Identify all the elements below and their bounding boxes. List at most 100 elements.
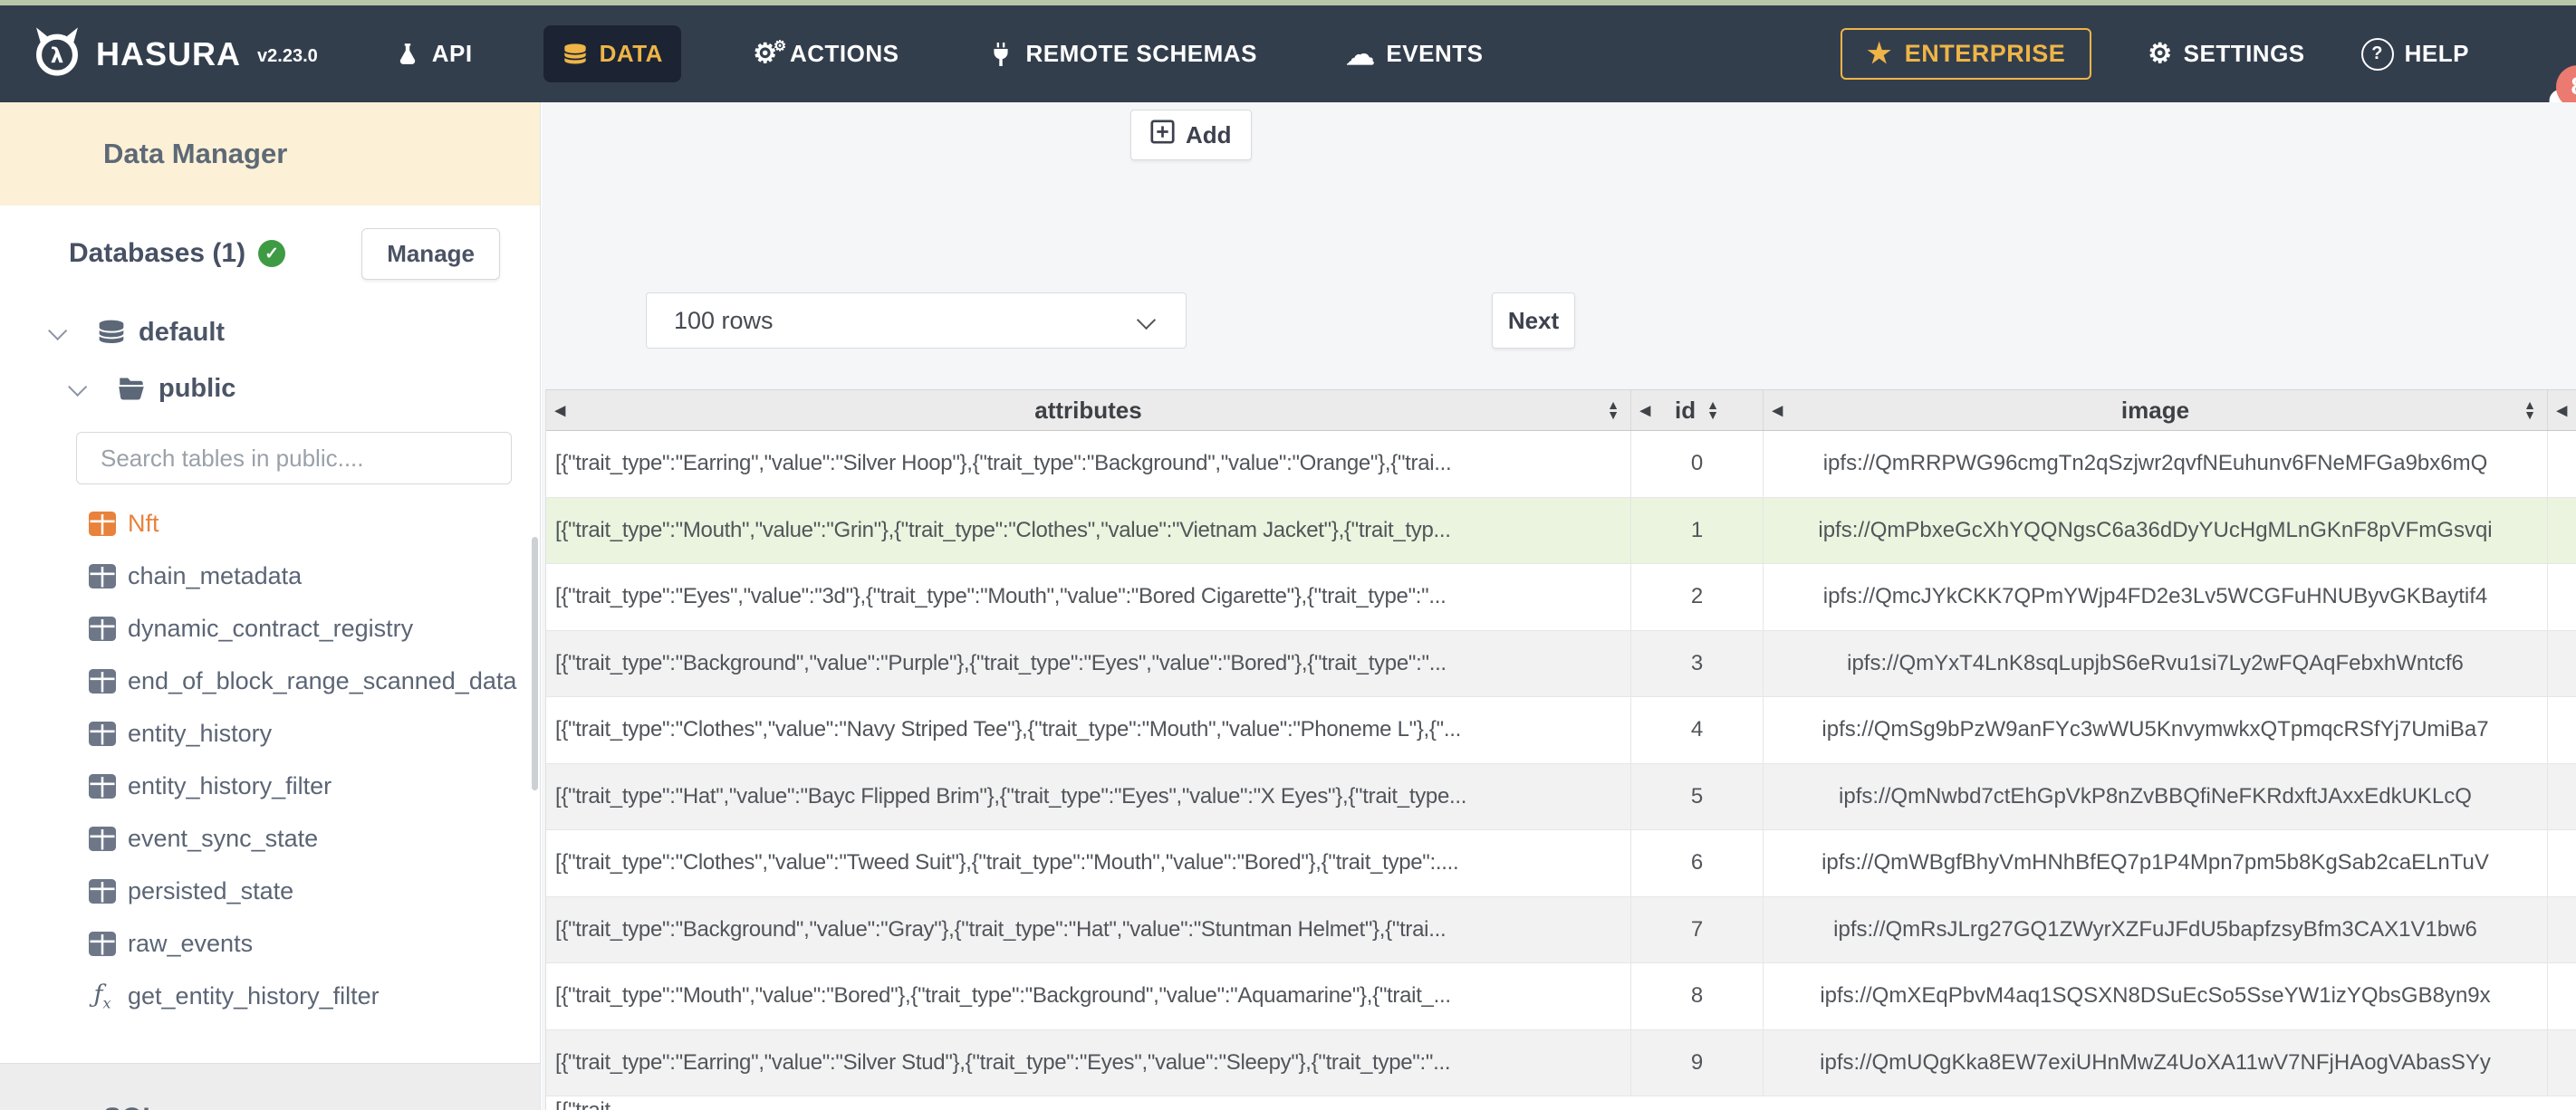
next-page-button[interactable]: Next — [1492, 292, 1575, 349]
top-navbar: λ HASURA v2.23.0 API DATA ⚙ ⚙ ACTIONS REMOTE … — [0, 5, 2576, 124]
tree-node-public[interactable]: public — [0, 363, 540, 414]
navbar-right: ★ ENTERPRISE ⚙ SETTINGS ? HELP 8 — [1841, 28, 2576, 124]
tree-node-default[interactable]: default — [0, 307, 540, 358]
table-name-label: persisted_state — [128, 876, 294, 904]
table-row-8[interactable]: [{"trait_type":"Mouth","value":"Bored"},… — [546, 963, 2576, 1030]
sort-icon[interactable]: ▲ ▼ — [1607, 398, 1620, 421]
add-row-button[interactable]: Add — [1130, 110, 1252, 160]
table-row-partial[interactable]: [{"trait_ — [546, 1096, 2576, 1110]
column-header-attributes[interactable]: ◂ attributes ▲ ▼ — [546, 390, 1631, 430]
nav-item-label: DATA — [599, 40, 663, 67]
table-name-label: end_of_block_range_scanned_data — [128, 666, 517, 694]
collapse-column-icon[interactable]: ◂ — [555, 400, 565, 420]
sidebar-table-raw_events[interactable]: raw_events — [0, 917, 540, 970]
sidebar-table-entity_history_filter[interactable]: entity_history_filter — [0, 760, 540, 812]
sidebar-sql-section[interactable]: SQL — [0, 1063, 540, 1110]
sidebar-table-end_of_block_range_scanned_data[interactable]: end_of_block_range_scanned_data — [0, 655, 540, 707]
databases-label: Databases (1) — [69, 238, 246, 268]
cell-attributes: [{"trait_type":"Earring","value":"Silver… — [546, 431, 1631, 497]
manage-button[interactable]: Manage — [361, 227, 500, 280]
cell-image: ipfs://QmcJYkCKK7QPmYWjp4FD2e3Lv5WCGFuHN… — [1764, 564, 2548, 630]
table-row-0[interactable]: [{"trait_type":"Earring","value":"Silver… — [546, 431, 2576, 498]
sidebar-scrollbar[interactable] — [532, 537, 538, 790]
settings-button[interactable]: ⚙ SETTINGS — [2148, 40, 2304, 68]
nav-item-data[interactable]: DATA — [543, 25, 681, 82]
cell-id: 6 — [1631, 830, 1764, 896]
table-row-1[interactable]: [{"trait_type":"Mouth","value":"Grin"},{… — [546, 497, 2576, 564]
table-row-3[interactable]: [{"trait_type":"Background","value":"Pur… — [546, 630, 2576, 697]
table-icon — [89, 721, 116, 746]
cell-id: 2 — [1631, 564, 1764, 630]
folder-icon — [117, 376, 146, 401]
cell-partial — [2548, 1030, 2576, 1096]
column-header-partial[interactable]: ◂ — [2548, 390, 2576, 430]
sidebar-table-persisted_state[interactable]: persisted_state — [0, 865, 540, 917]
star-icon: ★ — [1867, 38, 1892, 69]
nav-item-remote-schemas[interactable]: REMOTE SCHEMAS — [969, 25, 1274, 82]
cell-partial — [2548, 564, 2576, 630]
cell-image: ipfs://QmWBgfBhyVmHNhBfEQ7p1P4Mpn7pm5b8K… — [1764, 830, 2548, 896]
cell-attributes: [{"trait_type":"Clothes","value":"Tweed … — [546, 830, 1631, 896]
table-header-row: ◂ attributes ▲ ▼ ◂ id ▲ ▼ ◂ image ▲ ▼ ◂ — [546, 389, 2576, 431]
table-name-label: dynamic_contract_registry — [128, 614, 414, 642]
sidebar-table-nft[interactable]: Nft — [0, 497, 540, 550]
cell-id: 4 — [1631, 697, 1764, 763]
add-square-plus-icon — [1150, 120, 1175, 150]
cell-attributes: [{"trait_type":"Mouth","value":"Grin"},{… — [546, 497, 1631, 563]
cloud-icon: ☁ — [1345, 37, 1376, 71]
table-row-9[interactable]: [{"trait_type":"Earring","value":"Silver… — [546, 1029, 2576, 1096]
chevron-down-icon — [1136, 310, 1157, 330]
cell-partial — [2548, 431, 2576, 497]
rows-per-page-select[interactable]: 100 rows — [646, 292, 1187, 349]
gear-icon: ⚙ — [2148, 38, 2173, 69]
cell-id: 9 — [1631, 1029, 1764, 1096]
table-row-2[interactable]: [{"trait_type":"Eyes","value":"3d"},{"tr… — [546, 564, 2576, 631]
enterprise-button[interactable]: ★ ENTERPRISE — [1841, 28, 2092, 80]
column-header-image[interactable]: ◂ image ▲ ▼ — [1764, 390, 2548, 430]
cell-partial — [2548, 631, 2576, 697]
collapse-column-icon[interactable]: ◂ — [1640, 400, 1650, 420]
sidebar-table-entity_history[interactable]: entity_history — [0, 707, 540, 760]
table-name-label: event_sync_state — [128, 824, 319, 852]
table-name-label: raw_events — [128, 929, 254, 957]
cell-partial — [2548, 830, 2576, 896]
table-row-7[interactable]: [{"trait_type":"Background","value":"Gra… — [546, 896, 2576, 963]
nav-item-label: REMOTE SCHEMAS — [1025, 40, 1257, 67]
sidebar-table-dynamic_contract_registry[interactable]: dynamic_contract_registry — [0, 602, 540, 655]
help-button[interactable]: ? HELP — [2360, 37, 2469, 71]
cell-image: ipfs://QmRRPWG96cmgTn2qSzjwr2qvfNEuhunv6… — [1764, 431, 2548, 497]
search-tables-input[interactable] — [76, 432, 512, 484]
table-icon — [89, 668, 116, 694]
database-icon — [97, 318, 126, 347]
collapse-column-icon[interactable]: ◂ — [2557, 400, 2567, 420]
nav-item-api[interactable]: API — [376, 25, 491, 82]
hasura-console: λ HASURA v2.23.0 API DATA ⚙ ⚙ ACTIONS REMOTE … — [0, 0, 2576, 1110]
chevron-down-icon[interactable] — [48, 321, 68, 340]
flask-icon — [394, 41, 421, 68]
cell-image: ipfs://QmNwbd7ctEhGpVkP8nZvBBQfiNeFKRdxf… — [1764, 763, 2548, 829]
table-icon — [89, 826, 116, 851]
table-row-5[interactable]: [{"trait_type":"Hat","value":"Bayc Flipp… — [546, 763, 2576, 830]
cell-image: ipfs://QmPbxeGcXhYQQNgsC6a36dDyYUcHgMLnG… — [1764, 497, 2548, 563]
chevron-down-icon[interactable] — [68, 377, 88, 397]
table-name-label: entity_history_filter — [128, 771, 332, 799]
sidebar-table-event_sync_state[interactable]: event_sync_state — [0, 812, 540, 865]
column-header-id[interactable]: ◂ id ▲ ▼ — [1631, 390, 1764, 430]
brand-wordmark: HASURA — [96, 34, 242, 72]
table-row-6[interactable]: [{"trait_type":"Clothes","value":"Tweed … — [546, 830, 2576, 897]
sort-icon[interactable]: ▲ ▼ — [1706, 398, 1719, 421]
hasura-logo[interactable]: λ HASURA v2.23.0 — [31, 25, 318, 82]
cell-id: 1 — [1631, 497, 1764, 563]
table-row-4[interactable]: [{"trait_type":"Clothes","value":"Navy S… — [546, 697, 2576, 764]
nav-item-events[interactable]: ☁ EVENTS — [1328, 25, 1502, 82]
cell-attributes: [{"trait_type":"Background","value":"Gra… — [546, 896, 1631, 962]
svg-text:λ: λ — [51, 44, 64, 68]
collapse-column-icon[interactable]: ◂ — [1773, 400, 1783, 420]
data-sidebar: Data Manager Databases (1) ✓ Manage defa… — [0, 102, 541, 1110]
sidebar-table-get_entity_history_filter[interactable]: ƒx get_entity_history_filter — [0, 970, 540, 1022]
cell-attributes: [{"trait_type":"Hat","value":"Bayc Flipp… — [546, 763, 1631, 829]
hasura-logo-icon: λ — [31, 25, 83, 82]
sidebar-table-chain_metadata[interactable]: chain_metadata — [0, 550, 540, 602]
nav-item-actions[interactable]: ⚙ ⚙ ACTIONS — [734, 25, 918, 82]
sort-icon[interactable]: ▲ ▼ — [2523, 398, 2536, 421]
